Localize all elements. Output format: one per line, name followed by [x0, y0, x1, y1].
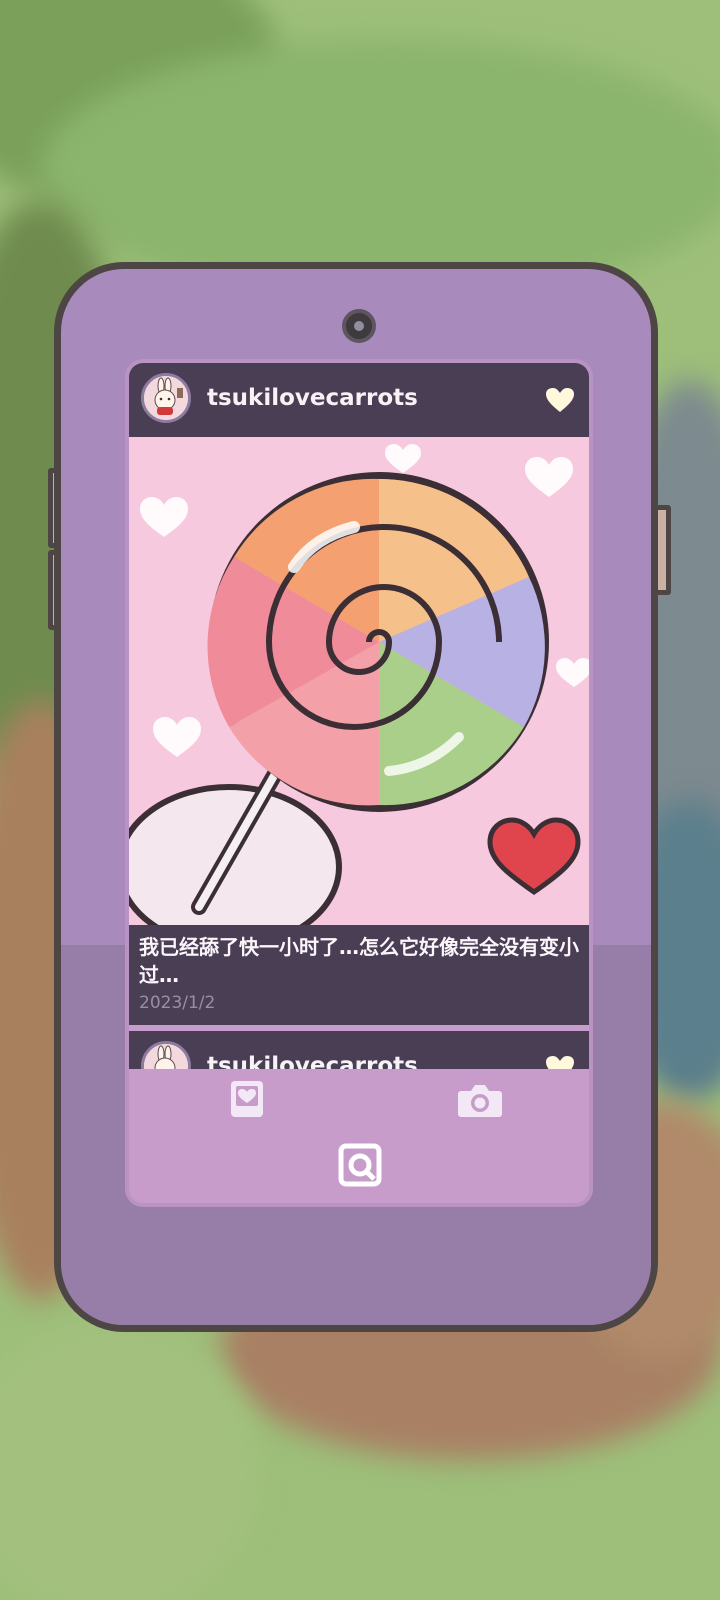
post-date: 2023/1/2: [139, 993, 216, 1013]
front-camera: [342, 309, 376, 343]
post-caption: 我已经舔了快一小时了…怎么它好像完全没有变小过…: [139, 935, 579, 987]
avatar[interactable]: [141, 373, 191, 423]
bottom-tab-bar: [129, 1069, 589, 1203]
username[interactable]: tsukilovecarrots: [207, 385, 418, 411]
post-header: tsukilovecarrots: [129, 363, 589, 437]
phone-device: tsukilovecarrots 我已经舔了快一小时了…怎么它好像完全没有变小过…: [54, 262, 658, 1332]
camera-icon[interactable]: [457, 1081, 503, 1123]
liked-posts-icon[interactable]: [229, 1079, 265, 1123]
phone-screen: tsukilovecarrots 我已经舔了快一小时了…怎么它好像完全没有变小过…: [129, 363, 589, 1203]
post-card: tsukilovecarrots: [129, 363, 589, 1025]
photo-app-icon[interactable]: [338, 1143, 382, 1191]
post-photo-lollipop[interactable]: [129, 437, 589, 925]
heart-icon[interactable]: [545, 387, 575, 417]
